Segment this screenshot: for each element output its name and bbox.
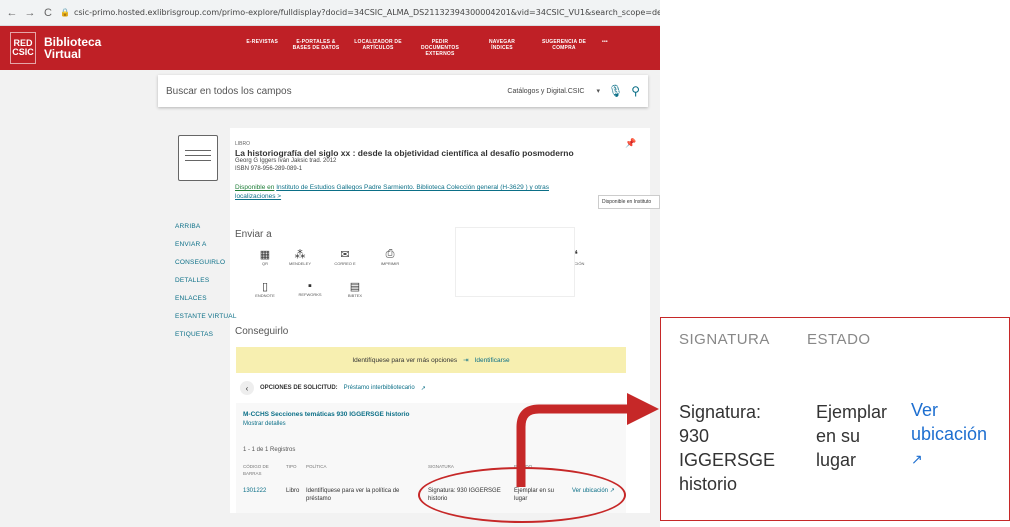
zoom-col-state: ESTADO: [807, 331, 871, 348]
scope-select[interactable]: Catálogos y Digital.CSIC: [507, 88, 584, 95]
chevron-down-icon[interactable]: ▾: [596, 87, 600, 95]
login-message: Identifíquese para ver más opciones: [352, 356, 458, 364]
mendeley-icon: ⁂: [294, 249, 306, 261]
login-notice: Identifíquese para ver más opciones ⇥ Id…: [236, 347, 626, 373]
menu-item-pedir-documentos[interactable]: PEDIR DOCUMENTOS EXTERNOS: [416, 39, 464, 57]
endnote-icon: ▯: [261, 281, 269, 293]
other-locations-link[interactable]: localizaciones >: [235, 193, 281, 200]
search-box[interactable]: Buscar en todos los campos Catálogos y D…: [158, 75, 648, 107]
zoomed-callout: SIGNATURA ESTADO Signatura: 930 IGGERSGE…: [660, 317, 1010, 521]
send-bibtex[interactable]: ▤ BIBTEX: [337, 280, 373, 298]
sidebar-item-conseguirlo[interactable]: CONSEGUIRLO: [175, 254, 237, 272]
callout-arrow: [516, 393, 659, 487]
search-input[interactable]: Buscar en todos los campos: [166, 86, 507, 97]
record-isbn: ISBN 978-956-289-089-1: [235, 166, 303, 172]
request-options-label: OPCIONES DE SOLICITUD:: [260, 385, 338, 391]
interlibrary-loan-link[interactable]: Préstamo interbibliotecario: [344, 385, 415, 391]
qr-icon: ▦: [259, 249, 271, 261]
zoom-location-link[interactable]: Ver ubicación ↗: [911, 398, 1010, 471]
send-endnote[interactable]: ▯ ENDNOTE: [247, 280, 283, 298]
refworks-icon: ▪: [308, 280, 312, 292]
send-print[interactable]: ⎙ IMPRIMIR: [372, 248, 408, 266]
sidebar-item-estante[interactable]: ESTANTE VIRTUAL: [175, 308, 237, 326]
record-sidebar: ARRIBA ENVIAR A CONSEGUIRLO DETALLES ENL…: [175, 218, 237, 344]
menu-more-button[interactable]: •••: [602, 39, 608, 57]
send-to-heading: Enviar a: [235, 229, 272, 240]
record-title[interactable]: La historiografía del siglo xx : desde l…: [235, 148, 574, 158]
cell-type: Libro: [286, 488, 300, 494]
main-menu: E-REVISTAS E-PORTALES & BASES DE DATOS L…: [246, 39, 608, 57]
location-title[interactable]: M-CCHS Secciones temáticas 930 IGGERSGE …: [243, 411, 410, 418]
availability-prefix: Disponible en: [235, 184, 275, 191]
login-link[interactable]: Identificarse: [475, 357, 510, 364]
sidebar-item-enviar[interactable]: ENVIAR A: [175, 236, 237, 254]
tooltip: Disponible en Instituto: [598, 195, 660, 209]
sidebar-item-detalles[interactable]: DETALLES: [175, 272, 237, 290]
zoom-state: Ejemplar en su lugar: [816, 402, 888, 470]
menu-item-localizador[interactable]: LOCALIZADOR DE ARTÍCULOS: [354, 39, 402, 57]
url-text: csic-primo.hosted.exlibrisgroup.com/prim…: [73, 8, 660, 17]
forward-icon[interactable]: →: [24, 7, 36, 19]
external-link-icon: ↗: [911, 451, 923, 467]
bibtex-icon: ▤: [349, 281, 361, 293]
request-options: ‹ OPCIONES DE SOLICITUD: Préstamo interb…: [240, 381, 426, 395]
pin-icon[interactable]: 📌: [625, 138, 636, 149]
record-type: LIBRO: [235, 141, 251, 147]
sidebar-item-enlaces[interactable]: ENLACES: [175, 290, 237, 308]
records-count: 1 - 1 de 1 Registros: [243, 447, 296, 453]
menu-item-navegar-indices[interactable]: NAVEGAR ÍNDICES: [478, 39, 526, 57]
mail-icon: ✉: [340, 249, 350, 261]
lock-icon: 🔒: [60, 8, 70, 17]
send-email[interactable]: ✉ CORREO E: [327, 248, 363, 266]
col-barcode: CÓDIGO DE BARRAS: [243, 464, 269, 476]
availability[interactable]: Disponible en Instituto de Estudios Gall…: [235, 183, 620, 201]
col-signature: SIGNATURA: [428, 464, 454, 469]
book-icon: [178, 135, 218, 181]
record-authors: Georg G Iggers Iván Jaksic trad. 2012: [235, 158, 337, 164]
zoom-col-signature: SIGNATURA: [679, 331, 770, 348]
site-header: RED CSIC Biblioteca Virtual E-REVISTAS E-P…: [0, 26, 660, 70]
cell-barcode[interactable]: 1301222: [243, 487, 266, 495]
col-policy: POLÍTICA: [306, 464, 327, 469]
login-icon[interactable]: ⇥: [463, 356, 468, 364]
cell-policy: Identifíquese para ver la política de pr…: [306, 488, 400, 502]
availability-location[interactable]: Instituto de Estudios Gallegos Padre Sar…: [276, 184, 549, 191]
menu-item-e-revistas[interactable]: E-REVISTAS: [246, 39, 278, 57]
show-details-link[interactable]: Mostrar detalles: [243, 421, 286, 427]
brand-name[interactable]: Biblioteca Virtual: [44, 36, 101, 60]
zoom-signature: Signatura: 930 IGGERSGE historio: [679, 402, 776, 494]
redacted-area: [455, 227, 575, 297]
send-qr[interactable]: ▦ QR: [247, 248, 283, 266]
address-bar[interactable]: 🔒 csic-primo.hosted.exlibrisgroup.com/pri…: [60, 4, 660, 22]
sidebar-item-arriba[interactable]: ARRIBA: [175, 218, 237, 236]
back-icon[interactable]: ←: [6, 7, 18, 19]
csic-logo[interactable]: RED CSIC: [10, 32, 36, 64]
menu-item-e-portales[interactable]: E-PORTALES & BASES DE DATOS: [292, 39, 340, 57]
send-mendeley[interactable]: ⁂ MENDELEY: [282, 248, 318, 266]
microphone-icon[interactable]: 🎙: [608, 84, 623, 98]
menu-item-sugerencia[interactable]: SUGERENCIA DE COMPRA: [540, 39, 588, 57]
send-refworks[interactable]: ▪ REFWORKS: [292, 280, 328, 297]
browser-toolbar: ← → C 🔒 csic-primo.hosted.exlibrisgroup.c…: [0, 0, 660, 26]
search-icon[interactable]: ⚲: [631, 84, 640, 98]
reload-icon[interactable]: C: [42, 7, 54, 19]
col-type: TIPO: [286, 464, 297, 469]
sidebar-item-etiquetas[interactable]: ETIQUETAS: [175, 326, 237, 344]
get-it-heading: Conseguirlo: [235, 326, 289, 337]
print-icon: ⎙: [385, 248, 395, 260]
back-button[interactable]: ‹: [240, 381, 254, 395]
external-link-icon: ↗: [420, 385, 426, 392]
